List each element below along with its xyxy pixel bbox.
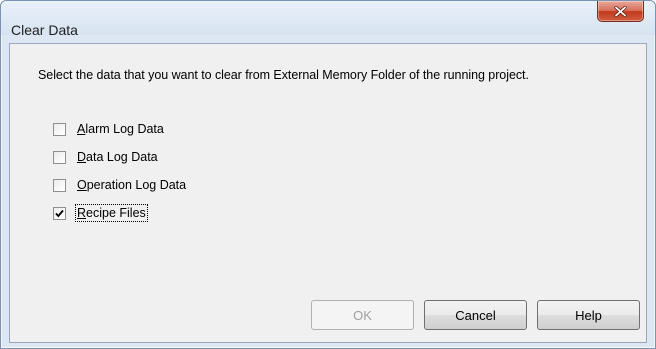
title-bar[interactable]: Clear Data (1, 1, 655, 38)
option-operation-log-data[interactable]: Operation Log Data (53, 176, 186, 194)
option-label: Recipe Files (75, 204, 148, 222)
option-label: Operation Log Data (77, 178, 187, 192)
checkbox[interactable] (53, 178, 66, 192)
checkbox[interactable] (53, 150, 66, 164)
checkbox-checked[interactable] (53, 206, 66, 220)
option-label: Alarm Log Data (77, 122, 164, 136)
checkbox[interactable] (53, 122, 66, 136)
ok-button[interactable]: OK (311, 300, 414, 330)
option-recipe-files[interactable]: Recipe Files (53, 204, 148, 222)
cancel-button[interactable]: Cancel (424, 300, 527, 330)
dialog-title: Clear Data (11, 22, 78, 38)
clear-data-dialog: Clear Data Select the data that you want… (0, 0, 656, 349)
dialog-body: Select the data that you want to clear f… (9, 43, 647, 343)
option-alarm-log-data[interactable]: Alarm Log Data (53, 120, 164, 138)
instruction-text: Select the data that you want to clear f… (38, 68, 529, 82)
option-data-log-data[interactable]: Data Log Data (53, 148, 158, 166)
checkmark-icon (55, 209, 64, 217)
help-button[interactable]: Help (537, 300, 640, 330)
close-button[interactable] (597, 1, 644, 22)
option-label: Data Log Data (77, 150, 158, 164)
close-x-icon (598, 1, 643, 21)
